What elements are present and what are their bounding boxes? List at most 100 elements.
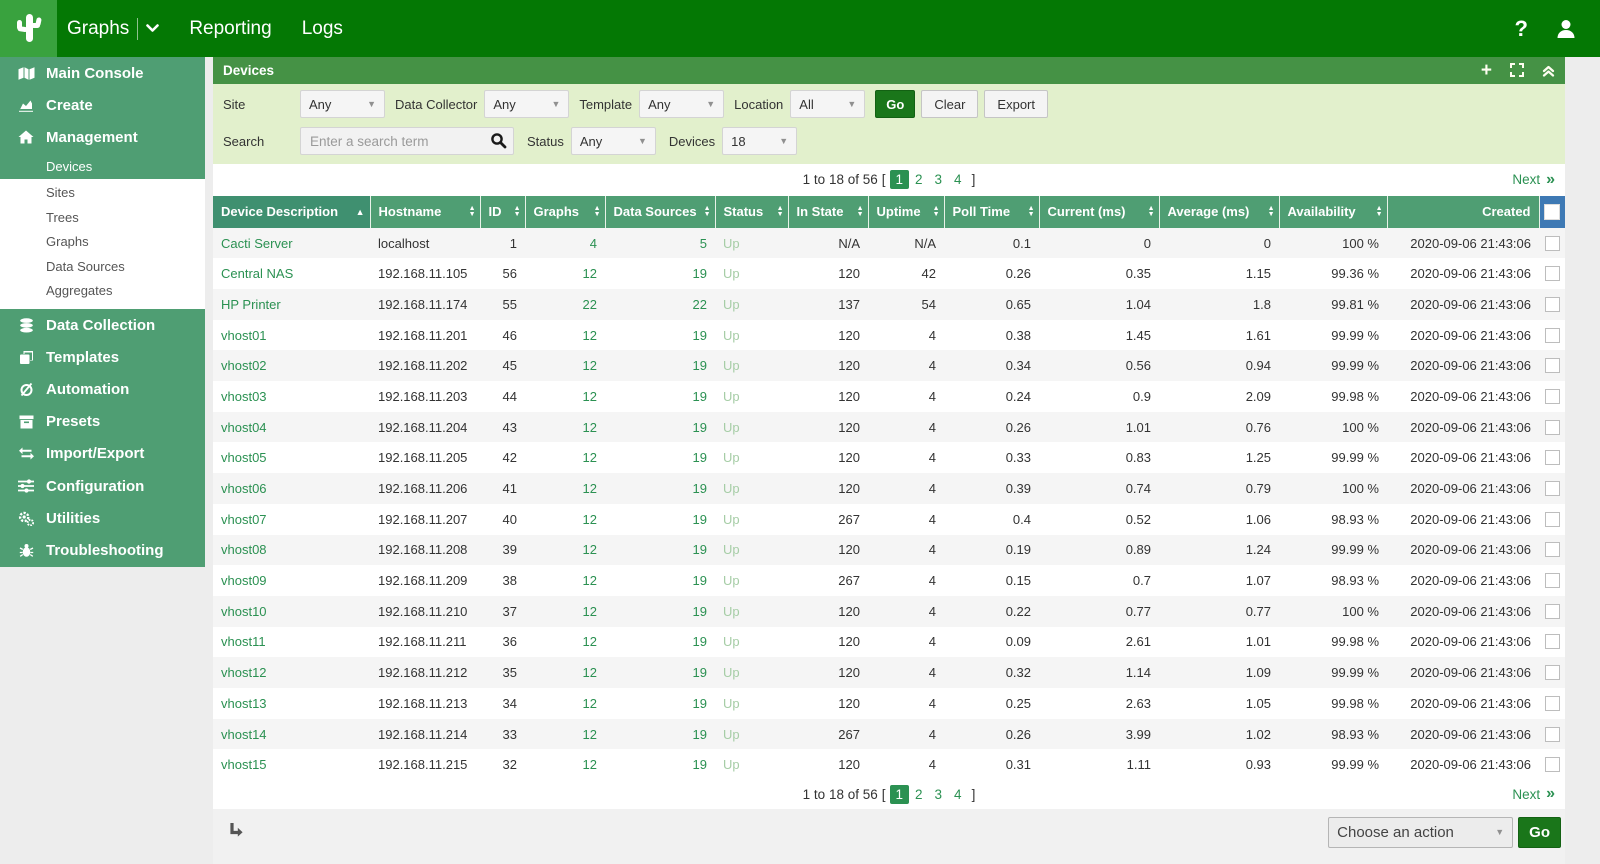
device-description-link[interactable]: vhost06 [213,473,370,504]
graphs-count-link[interactable]: 12 [525,719,605,750]
action-select[interactable]: Choose an action▼ [1328,817,1513,848]
chevron-down-icon[interactable] [146,24,159,33]
data-sources-count-link[interactable]: 19 [605,350,715,381]
row-checkbox[interactable] [1539,688,1565,719]
graphs-count-link[interactable]: 12 [525,381,605,412]
template-select[interactable]: Any▼ [639,90,724,118]
col-header-average-ms[interactable]: Average (ms)▲▼ [1159,196,1279,228]
col-header-status[interactable]: Status▲▼ [715,196,788,228]
data-sources-count-link[interactable]: 19 [605,688,715,719]
device-description-link[interactable]: vhost14 [213,719,370,750]
sidebar-item-presets[interactable]: Presets [0,406,205,438]
select-all-checkbox[interactable] [1539,196,1565,228]
devices-count-select[interactable]: 18▼ [722,127,797,155]
device-description-link[interactable]: Central NAS [213,258,370,289]
device-description-link[interactable]: vhost07 [213,504,370,535]
graphs-count-link[interactable]: 12 [525,258,605,289]
data-collector-select[interactable]: Any▼ [484,90,569,118]
page-link-3[interactable]: 3 [929,170,949,189]
col-header-in-state[interactable]: In State▲▼ [788,196,868,228]
col-header-uptime[interactable]: Uptime▲▼ [868,196,944,228]
page-link-2[interactable]: 2 [909,170,929,189]
graphs-count-link[interactable]: 12 [525,442,605,473]
sidebar-item-trees[interactable]: Trees [0,205,205,230]
graphs-count-link[interactable]: 12 [525,688,605,719]
page-link-1[interactable]: 1 [890,170,910,189]
sidebar-item-import-export[interactable]: Import/Export [0,438,205,470]
row-checkbox[interactable] [1539,473,1565,504]
row-checkbox[interactable] [1539,320,1565,351]
sidebar-item-management[interactable]: Management [0,121,205,153]
device-description-link[interactable]: HP Printer [213,289,370,320]
help-icon[interactable]: ? [1515,16,1528,42]
row-checkbox[interactable] [1539,504,1565,535]
data-sources-count-link[interactable]: 19 [605,627,715,658]
data-sources-count-link[interactable]: 19 [605,473,715,504]
device-description-link[interactable]: vhost09 [213,565,370,596]
page-link-3[interactable]: 3 [929,785,949,804]
export-button[interactable]: Export [984,90,1048,118]
sidebar-item-configuration[interactable]: Configuration [0,470,205,502]
sidebar-item-sites[interactable]: Sites [0,181,205,206]
graphs-count-link[interactable]: 12 [525,565,605,596]
graphs-count-link[interactable]: 12 [525,657,605,688]
data-sources-count-link[interactable]: 19 [605,719,715,750]
sidebar-item-utilities[interactable]: Utilities [0,502,205,534]
row-checkbox[interactable] [1539,258,1565,289]
graphs-count-link[interactable]: 12 [525,412,605,443]
sidebar-item-automation[interactable]: Automation [0,373,205,405]
device-description-link[interactable]: vhost04 [213,412,370,443]
sidebar-item-troubleshooting[interactable]: Troubleshooting [0,534,205,566]
go-button[interactable]: Go [875,90,915,118]
collapse-panel-icon[interactable] [1542,64,1555,77]
data-sources-count-link[interactable]: 22 [605,289,715,320]
tab-logs[interactable]: Logs [302,18,343,40]
col-header-poll-time[interactable]: Poll Time▲▼ [944,196,1039,228]
row-checkbox[interactable] [1539,535,1565,566]
col-header-created[interactable]: Created [1387,196,1539,228]
site-select[interactable]: Any▼ [300,90,385,118]
sidebar-item-data-collection[interactable]: Data Collection [0,309,205,341]
device-description-link[interactable]: vhost01 [213,320,370,351]
device-description-link[interactable]: vhost10 [213,596,370,627]
device-description-link[interactable]: vhost11 [213,627,370,658]
sidebar-item-create[interactable]: Create [0,89,205,121]
page-link-4[interactable]: 4 [948,170,968,189]
graphs-count-link[interactable]: 12 [525,473,605,504]
graphs-count-link[interactable]: 4 [525,228,605,259]
graphs-count-link[interactable]: 12 [525,627,605,658]
device-description-link[interactable]: vhost08 [213,535,370,566]
device-description-link[interactable]: vhost02 [213,350,370,381]
data-sources-count-link[interactable]: 19 [605,596,715,627]
row-checkbox[interactable] [1539,289,1565,320]
location-select[interactable]: All▼ [790,90,865,118]
col-header-device-description[interactable]: Device Description▲ [213,196,370,228]
row-checkbox[interactable] [1539,749,1565,780]
graphs-count-link[interactable]: 12 [525,504,605,535]
action-go-button[interactable]: Go [1518,817,1561,848]
device-description-link[interactable]: vhost15 [213,749,370,780]
data-sources-count-link[interactable]: 19 [605,504,715,535]
fullscreen-icon[interactable] [1510,63,1524,77]
add-device-icon[interactable]: + [1481,61,1492,80]
row-checkbox[interactable] [1539,442,1565,473]
graphs-count-link[interactable]: 12 [525,320,605,351]
row-checkbox[interactable] [1539,565,1565,596]
data-sources-count-link[interactable]: 19 [605,535,715,566]
tab-graphs[interactable]: Graphs [67,18,159,40]
row-checkbox[interactable] [1539,719,1565,750]
col-header-current-ms[interactable]: Current (ms)▲▼ [1039,196,1159,228]
page-link-4[interactable]: 4 [948,785,968,804]
status-select[interactable]: Any▼ [571,127,656,155]
data-sources-count-link[interactable]: 19 [605,412,715,443]
col-header-data-sources[interactable]: Data Sources▲▼ [605,196,715,228]
device-description-link[interactable]: vhost03 [213,381,370,412]
sidebar-item-templates[interactable]: Templates [0,341,205,373]
sidebar-item-main-console[interactable]: Main Console [0,57,205,89]
clear-button[interactable]: Clear [921,90,978,118]
data-sources-count-link[interactable]: 19 [605,258,715,289]
search-icon[interactable] [490,132,507,149]
device-description-link[interactable]: vhost05 [213,442,370,473]
row-checkbox[interactable] [1539,657,1565,688]
graphs-count-link[interactable]: 12 [525,749,605,780]
